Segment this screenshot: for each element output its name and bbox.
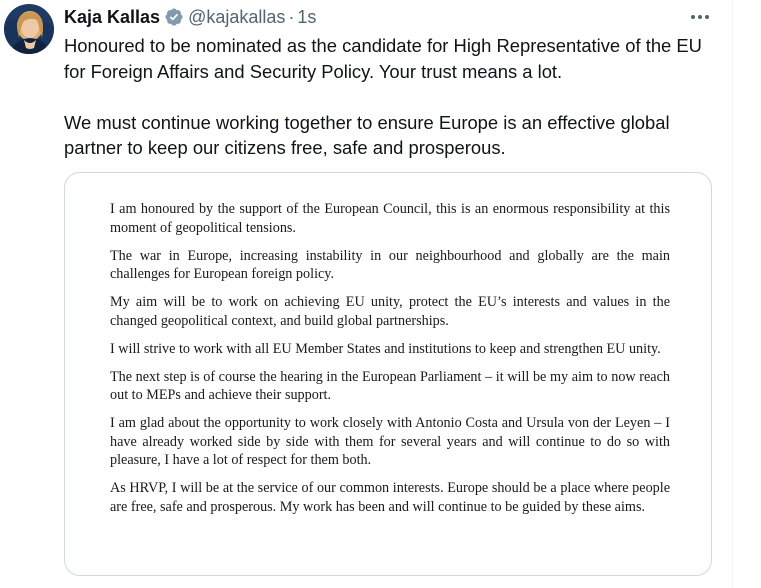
more-horizontal-icon — [691, 15, 709, 19]
statement-paragraph: I am glad about the opportunity to work … — [110, 415, 670, 468]
statement-paragraph: The next step is of course the hearing i… — [110, 368, 670, 404]
verified-badge-icon — [164, 7, 184, 27]
author-avatar[interactable] — [4, 4, 54, 54]
tweet-header: Kaja Kallas @kajakallas · 1s — [64, 5, 316, 29]
statement-paragraph: My aim will be to work on achieving EU u… — [110, 294, 670, 329]
more-options-button[interactable] — [688, 6, 712, 28]
author-handle[interactable]: @kajakallas — [188, 7, 285, 28]
avatar-photo — [4, 4, 54, 54]
timeline-column-border — [732, 0, 733, 588]
statement-paragraph: The war in Europe, increasing instabilit… — [110, 247, 670, 283]
tweet-timestamp[interactable]: 1s — [297, 7, 316, 28]
author-display-name[interactable]: Kaja Kallas — [64, 7, 160, 28]
tweet-paragraph: We must continue working together to ens… — [64, 111, 670, 159]
header-separator: · — [288, 6, 295, 27]
tweet-paragraph: Honoured to be nominated as the candidat… — [64, 35, 702, 82]
statement-text: I am honoured by the support of the Euro… — [110, 200, 670, 526]
statement-paragraph: I am honoured by the support of the Euro… — [110, 201, 670, 236]
statement-paragraph: As HRVP, I will be at the service of our… — [110, 480, 670, 515]
tweet-text: Honoured to be nominated as the candidat… — [64, 33, 724, 161]
statement-paragraph: I will strive to work with all EU Member… — [110, 340, 661, 357]
attached-statement-image[interactable]: I am honoured by the support of the Euro… — [64, 172, 712, 576]
